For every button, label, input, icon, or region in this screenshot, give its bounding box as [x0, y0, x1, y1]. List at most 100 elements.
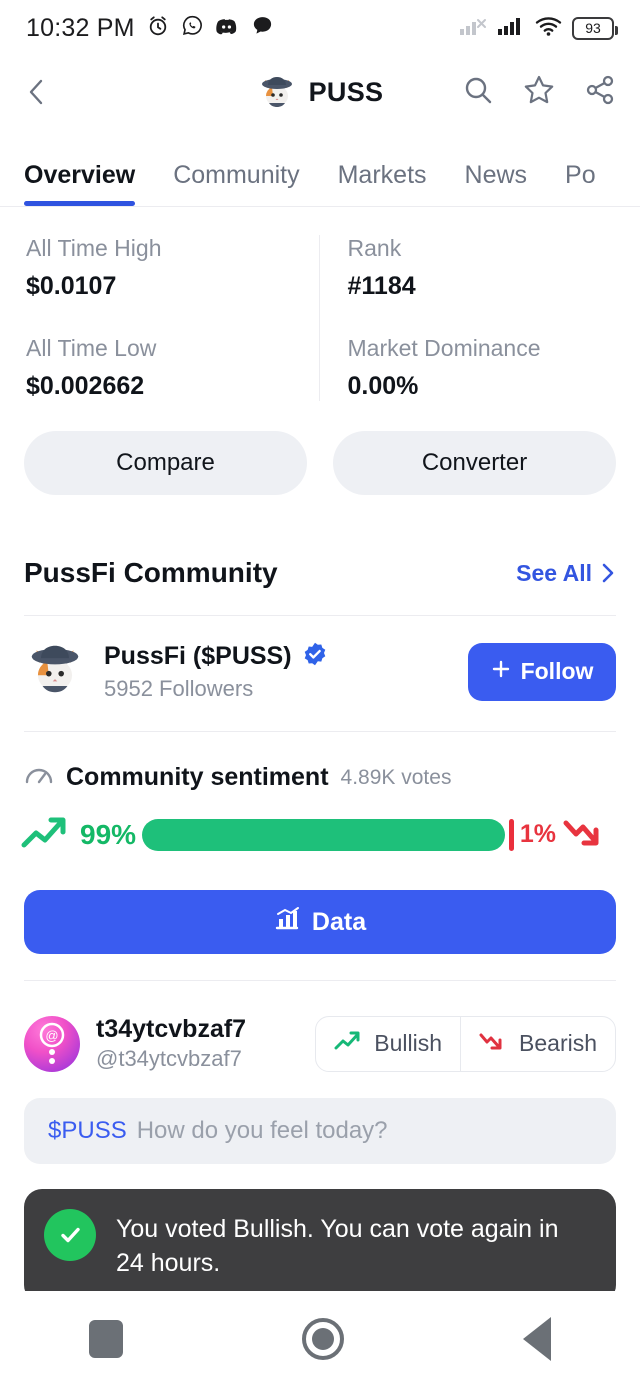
wifi-icon [535, 15, 562, 42]
verified-badge-icon [302, 641, 328, 672]
vote-bullish-button[interactable]: Bullish [316, 1017, 460, 1071]
community-section-header: PussFi Community See All [0, 495, 640, 589]
stat-label: All Time High [26, 235, 162, 261]
sentiment-votes: 4.89K votes [340, 765, 452, 789]
home-circle-icon[interactable] [301, 1318, 344, 1360]
compare-button[interactable]: Compare [24, 431, 307, 495]
status-bar-right: 93 [459, 15, 618, 42]
sentiment-bar [142, 818, 514, 851]
composer-placeholder: How do you feel today? [136, 1117, 388, 1144]
stat-value: $0.002662 [26, 372, 145, 400]
trend-down-small-icon [479, 1030, 509, 1058]
composer-user-meta: t34ytcvbzaf7 @t34ytcvbzaf7 [96, 1015, 299, 1072]
check-circle-icon [44, 1209, 96, 1261]
community-profile-name: PussFi ($PUSS) [104, 642, 292, 670]
stat-market-dominance: Market Dominance 0.00% [348, 335, 615, 401]
stat-all-time-high: All Time High $0.0107 [26, 235, 293, 301]
see-all-link[interactable]: See All [516, 560, 616, 587]
share-icon[interactable] [584, 74, 616, 111]
app-screen: 10:32 PM 93 PUSS Overview Community Mark… [0, 0, 640, 1387]
puss-cat-avatar-icon [24, 638, 86, 705]
stats-grid: All Time High $0.0107 All Time Low $0.00… [0, 207, 640, 401]
app-bar: PUSS [0, 56, 640, 128]
toast-message: You voted Bullish. You can vote again in… [116, 1215, 559, 1277]
data-button-label: Data [311, 907, 367, 936]
see-all-label: See All [516, 559, 592, 586]
vote-confirmation-toast: You voted Bullish. You can vote again in… [24, 1189, 616, 1303]
community-profile-name-line: PussFi ($PUSS) [104, 641, 450, 672]
stat-label: Rank [347, 235, 402, 261]
tab-community[interactable]: Community [173, 161, 299, 206]
back-button[interactable] [24, 77, 64, 107]
data-button[interactable]: Data [24, 890, 616, 954]
status-time: 10:32 PM [26, 13, 135, 42]
user-avatar[interactable]: @ [24, 1015, 80, 1072]
chevron-right-icon [602, 563, 614, 583]
svg-text:@: @ [45, 1028, 58, 1043]
puss-cat-logo-icon [257, 72, 297, 112]
tab-markets[interactable]: Markets [338, 161, 427, 206]
android-nav-bar [0, 1291, 640, 1387]
page-title: PUSS [308, 76, 384, 107]
sentiment-title: Community sentiment [66, 763, 329, 791]
discord-icon [215, 15, 240, 42]
community-follow-button[interactable]: Follow [468, 642, 616, 701]
trend-down-icon [562, 811, 616, 858]
star-icon[interactable] [523, 74, 555, 111]
chevron-left-icon [29, 79, 43, 105]
stat-rank: Rank #1184 [348, 235, 615, 301]
battery-level: 93 [585, 20, 601, 36]
vote-toggle-group: Bullish Bearish [315, 1015, 616, 1072]
sentiment-header: Community sentiment 4.89K votes [0, 732, 640, 793]
trend-up-icon [20, 811, 82, 858]
bar-chart-icon [274, 906, 300, 939]
status-bar: 10:32 PM 93 [0, 0, 640, 56]
plus-icon [491, 658, 511, 685]
converter-button[interactable]: Converter [333, 431, 616, 495]
whatsapp-icon [181, 14, 204, 42]
community-profile-followers: 5952 Followers [104, 676, 254, 701]
community-profile-row[interactable]: PussFi ($PUSS) 5952 Followers Follow [0, 616, 640, 705]
community-section-title: PussFi Community [24, 557, 278, 588]
app-bar-actions [462, 74, 616, 111]
gauge-icon [24, 762, 54, 793]
stat-label: All Time Low [26, 335, 157, 361]
chat-bubble-icon [251, 14, 274, 42]
recents-square-icon[interactable] [89, 1320, 124, 1358]
community-follow-label: Follow [520, 658, 594, 684]
battery-icon: 93 [572, 16, 618, 40]
stat-value: #1184 [347, 272, 416, 300]
stats-column-right: Rank #1184 Market Dominance 0.00% [318, 235, 640, 401]
sentiment-bar-bullish [142, 818, 506, 851]
vote-bearish-button[interactable]: Bearish [460, 1016, 615, 1071]
vote-bullish-label: Bullish [374, 1030, 443, 1056]
tab-portfolio[interactable]: Po [565, 161, 596, 206]
composer-ticker: $PUSS [48, 1117, 127, 1144]
sentiment-bearish-pct: 1% [519, 820, 556, 848]
trend-up-small-icon [334, 1030, 364, 1058]
stat-label: Market Dominance [347, 335, 541, 361]
search-icon[interactable] [462, 74, 494, 111]
vote-bearish-label: Bearish [519, 1030, 597, 1056]
signal-icon [497, 15, 525, 42]
post-composer-input[interactable]: $PUSS How do you feel today? [24, 1098, 616, 1164]
section-tabs: Overview Community Markets News Po [0, 128, 640, 206]
composer-user-handle: @t34ytcvbzaf7 [96, 1046, 242, 1071]
tab-news[interactable]: News [465, 161, 528, 206]
stat-value: 0.00% [347, 372, 419, 400]
sentiment-bar-bearish [509, 818, 514, 851]
stat-all-time-low: All Time Low $0.002662 [26, 335, 293, 401]
stat-value: $0.0107 [26, 272, 117, 300]
back-triangle-icon[interactable] [522, 1317, 551, 1361]
action-pill-row: Compare Converter [0, 401, 640, 495]
composer-user-name: t34ytcvbzaf7 [96, 1015, 247, 1043]
signal-off-icon [459, 15, 487, 42]
sentiment-bar-row: 99% 1% [0, 793, 640, 858]
status-bar-left: 10:32 PM [26, 14, 274, 43]
sentiment-bullish-pct: 99% [80, 818, 137, 850]
community-profile-meta: PussFi ($PUSS) 5952 Followers [104, 641, 450, 702]
composer-row: @ t34ytcvbzaf7 @t34ytcvbzaf7 Bullish Bea… [0, 981, 640, 1072]
stats-column-left: All Time High $0.0107 All Time Low $0.00… [0, 235, 319, 401]
tab-overview[interactable]: Overview [24, 161, 136, 206]
alarm-icon [146, 14, 170, 43]
